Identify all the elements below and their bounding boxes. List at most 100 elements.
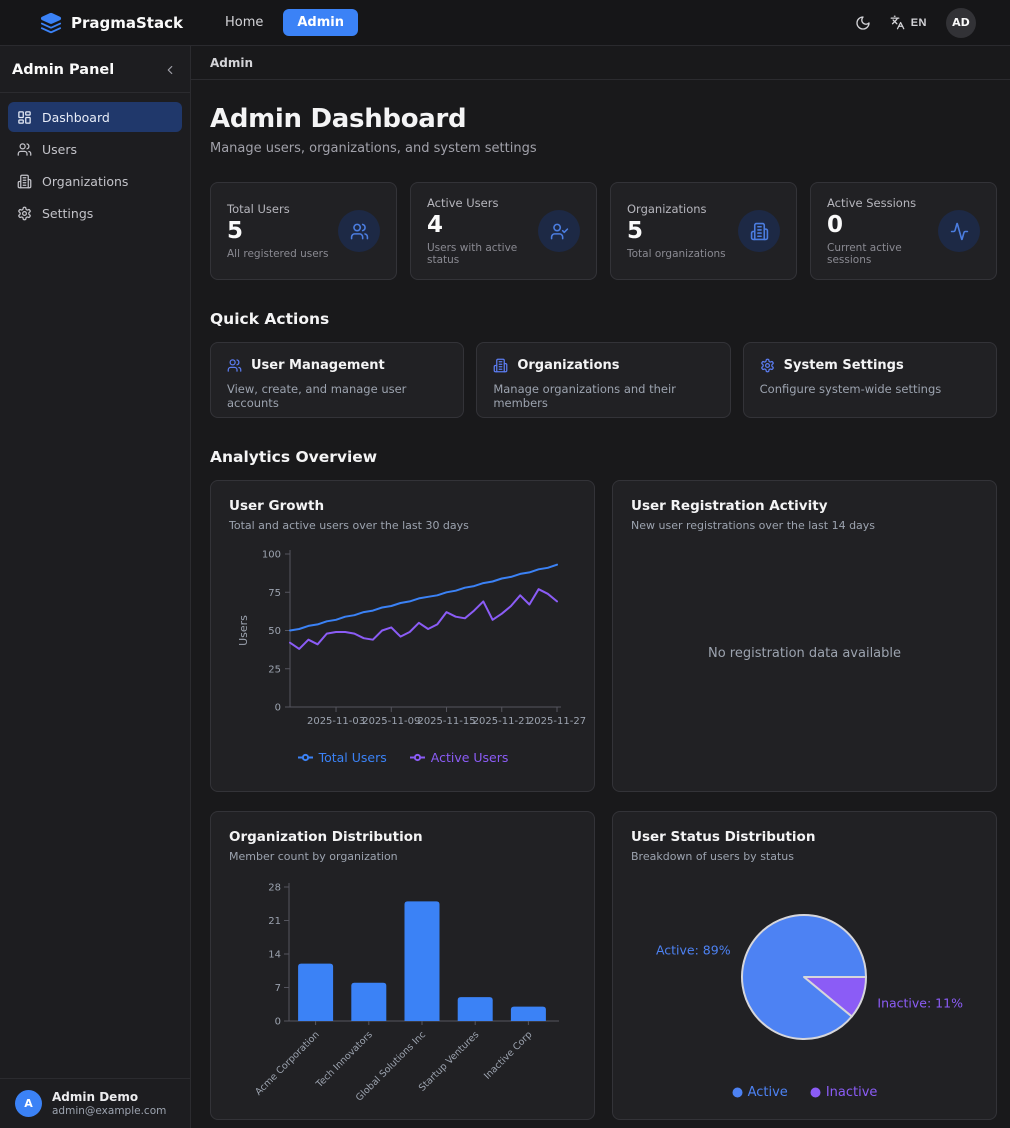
user-status-card: User Status Distribution Breakdown of us…	[612, 811, 997, 1120]
building-icon	[17, 174, 32, 189]
sidebar-user-avatar: A	[15, 1090, 42, 1117]
svg-text:7: 7	[275, 983, 281, 994]
chart-title: User Status Distribution	[631, 829, 978, 845]
sidebar-item-label: Dashboard	[42, 110, 110, 125]
svg-text:2025-11-21: 2025-11-21	[473, 716, 531, 727]
languages-icon	[890, 15, 905, 30]
top-navbar: PragmaStack Home Admin EN AD	[0, 0, 1010, 46]
gear-icon	[17, 206, 32, 221]
breadcrumb[interactable]: Admin	[210, 56, 253, 70]
building-icon	[493, 358, 508, 373]
quick-action-user-management[interactable]: User Management View, create, and manage…	[210, 342, 464, 418]
quick-action-description: Configure system-wide settings	[760, 382, 980, 396]
svg-text:Users: Users	[237, 615, 250, 646]
chart-subtitle: Member count by organization	[229, 850, 576, 863]
sidebar-item-organizations[interactable]: Organizations	[8, 166, 182, 196]
svg-text:Active: 89%: Active: 89%	[656, 943, 731, 958]
admin-sidebar: Admin Panel Dashboard Users	[0, 46, 191, 1128]
language-switcher[interactable]: EN	[890, 15, 927, 30]
chevron-left-icon	[163, 63, 177, 77]
svg-text:14: 14	[268, 950, 281, 961]
org-distribution-bar-chart: 07142128Acme CorporationTech InnovatorsG…	[230, 873, 575, 1105]
page-subtitle: Manage users, organizations, and system …	[210, 141, 997, 156]
user-status-pie-chart: Inactive: 11%Active: 89%	[632, 873, 977, 1081]
sidebar-item-label: Users	[42, 142, 77, 157]
sidebar-user-menu[interactable]: A Admin Demo admin@example.com	[0, 1078, 190, 1128]
brand-logo[interactable]: PragmaStack	[40, 12, 183, 34]
sidebar-collapse-button[interactable]	[163, 63, 177, 77]
legend-item: Total Users	[297, 750, 387, 765]
analytics-grid: User Growth Total and active users over …	[210, 480, 997, 1128]
user-check-icon	[538, 210, 580, 252]
svg-text:2025-11-09: 2025-11-09	[362, 716, 420, 727]
stat-label: Active Sessions	[827, 196, 938, 210]
users-icon	[338, 210, 380, 252]
stats-row: Total Users 5 All registered users Activ…	[210, 182, 997, 280]
user-status-legend: Active Inactive	[631, 1085, 978, 1100]
empty-state-message: No registration data available	[631, 532, 978, 774]
svg-text:Startup Ventures: Startup Ventures	[417, 1029, 481, 1093]
brand-name: PragmaStack	[71, 14, 183, 32]
svg-text:2025-11-03: 2025-11-03	[307, 716, 365, 727]
theme-toggle-button[interactable]	[855, 15, 871, 31]
nav-link-home[interactable]: Home	[217, 9, 271, 36]
sidebar-item-users[interactable]: Users	[8, 134, 182, 164]
svg-text:Acme Corporation: Acme Corporation	[253, 1029, 321, 1097]
svg-text:28: 28	[268, 883, 281, 894]
svg-text:75: 75	[268, 588, 281, 599]
svg-text:0: 0	[275, 703, 281, 714]
legend-item: Active	[732, 1085, 788, 1100]
stat-label: Organizations	[627, 202, 726, 216]
users-icon	[227, 358, 242, 373]
stat-description: Total organizations	[627, 248, 726, 260]
sidebar-item-dashboard[interactable]: Dashboard	[8, 102, 182, 132]
quick-action-title: Organizations	[517, 358, 619, 373]
quick-action-description: Manage organizations and their members	[493, 382, 713, 410]
stat-card-organizations: Organizations 5 Total organizations	[610, 182, 797, 280]
svg-text:21: 21	[268, 916, 281, 927]
svg-text:2025-11-27: 2025-11-27	[528, 716, 586, 727]
stat-card-active-users: Active Users 4 Users with active status	[410, 182, 597, 280]
chart-title: Organization Distribution	[229, 829, 576, 845]
chart-subtitle: Breakdown of users by status	[631, 850, 978, 863]
quick-action-system-settings[interactable]: System Settings Configure system-wide se…	[743, 342, 997, 418]
main-nav: Home Admin	[217, 9, 358, 36]
quick-action-title: User Management	[251, 358, 385, 373]
quick-action-organizations[interactable]: Organizations Manage organizations and t…	[476, 342, 730, 418]
page-title: Admin Dashboard	[210, 104, 997, 134]
sidebar-item-label: Settings	[42, 206, 93, 221]
user-registration-card: User Registration Activity New user regi…	[612, 480, 997, 792]
language-label: EN	[911, 17, 927, 29]
svg-text:50: 50	[268, 626, 281, 637]
sidebar-item-label: Organizations	[42, 174, 128, 189]
user-growth-line-chart: 02550751002025-11-032025-11-092025-11-15…	[230, 542, 575, 742]
chart-subtitle: Total and active users over the last 30 …	[229, 519, 576, 532]
svg-text:25: 25	[268, 664, 281, 675]
stat-card-total-users: Total Users 5 All registered users	[210, 182, 397, 280]
sidebar-item-settings[interactable]: Settings	[8, 198, 182, 228]
stat-description: Current active sessions	[827, 242, 938, 266]
sidebar-user-name: Admin Demo	[52, 1090, 166, 1104]
org-distribution-card: Organization Distribution Member count b…	[210, 811, 595, 1120]
legend-item: Inactive	[810, 1085, 878, 1100]
stat-value: 5	[227, 220, 328, 243]
stat-card-active-sessions: Active Sessions 0 Current active session…	[810, 182, 997, 280]
stat-label: Total Users	[227, 202, 328, 216]
layout-dashboard-icon	[17, 110, 32, 125]
user-avatar[interactable]: AD	[946, 8, 976, 38]
user-growth-legend: Total UsersActive Users	[229, 750, 576, 765]
svg-text:Inactive Corp: Inactive Corp	[482, 1029, 534, 1081]
svg-text:100: 100	[262, 550, 281, 561]
stat-description: All registered users	[227, 248, 328, 260]
nav-link-admin[interactable]: Admin	[283, 9, 358, 36]
moon-icon	[855, 15, 871, 31]
sidebar-title: Admin Panel	[12, 62, 114, 78]
users-icon	[17, 142, 32, 157]
svg-text:0: 0	[275, 1017, 281, 1028]
sidebar-user-email: admin@example.com	[52, 1105, 166, 1117]
analytics-heading: Analytics Overview	[210, 448, 997, 466]
stat-value: 4	[427, 214, 538, 237]
stat-description: Users with active status	[427, 242, 538, 266]
quick-actions-heading: Quick Actions	[210, 310, 997, 328]
svg-text:Tech Innovators: Tech Innovators	[314, 1029, 375, 1090]
